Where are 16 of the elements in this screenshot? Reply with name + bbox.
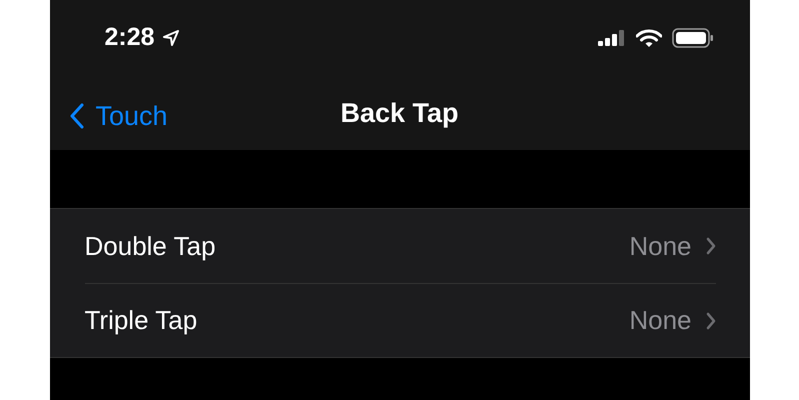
row-label: Double Tap [84,230,217,262]
row-value: None [629,230,692,262]
chevron-right-icon [706,312,716,330]
location-arrow-icon [162,30,179,46]
page-title: Back Tap [340,96,459,130]
settings-row[interactable]: Double Tap None [50,209,750,283]
back-button[interactable]: Touch [70,96,168,136]
settings-row[interactable]: Triple Tap None [50,283,750,357]
wifi-icon [636,28,662,48]
chevron-right-icon [706,237,716,255]
chevron-left-icon [70,103,84,130]
row-value: None [629,304,692,337]
signal-icon [598,30,626,46]
clock-time: 2:28 [104,22,155,54]
battery-icon [672,28,714,48]
row-label: Triple Tap [84,304,198,337]
